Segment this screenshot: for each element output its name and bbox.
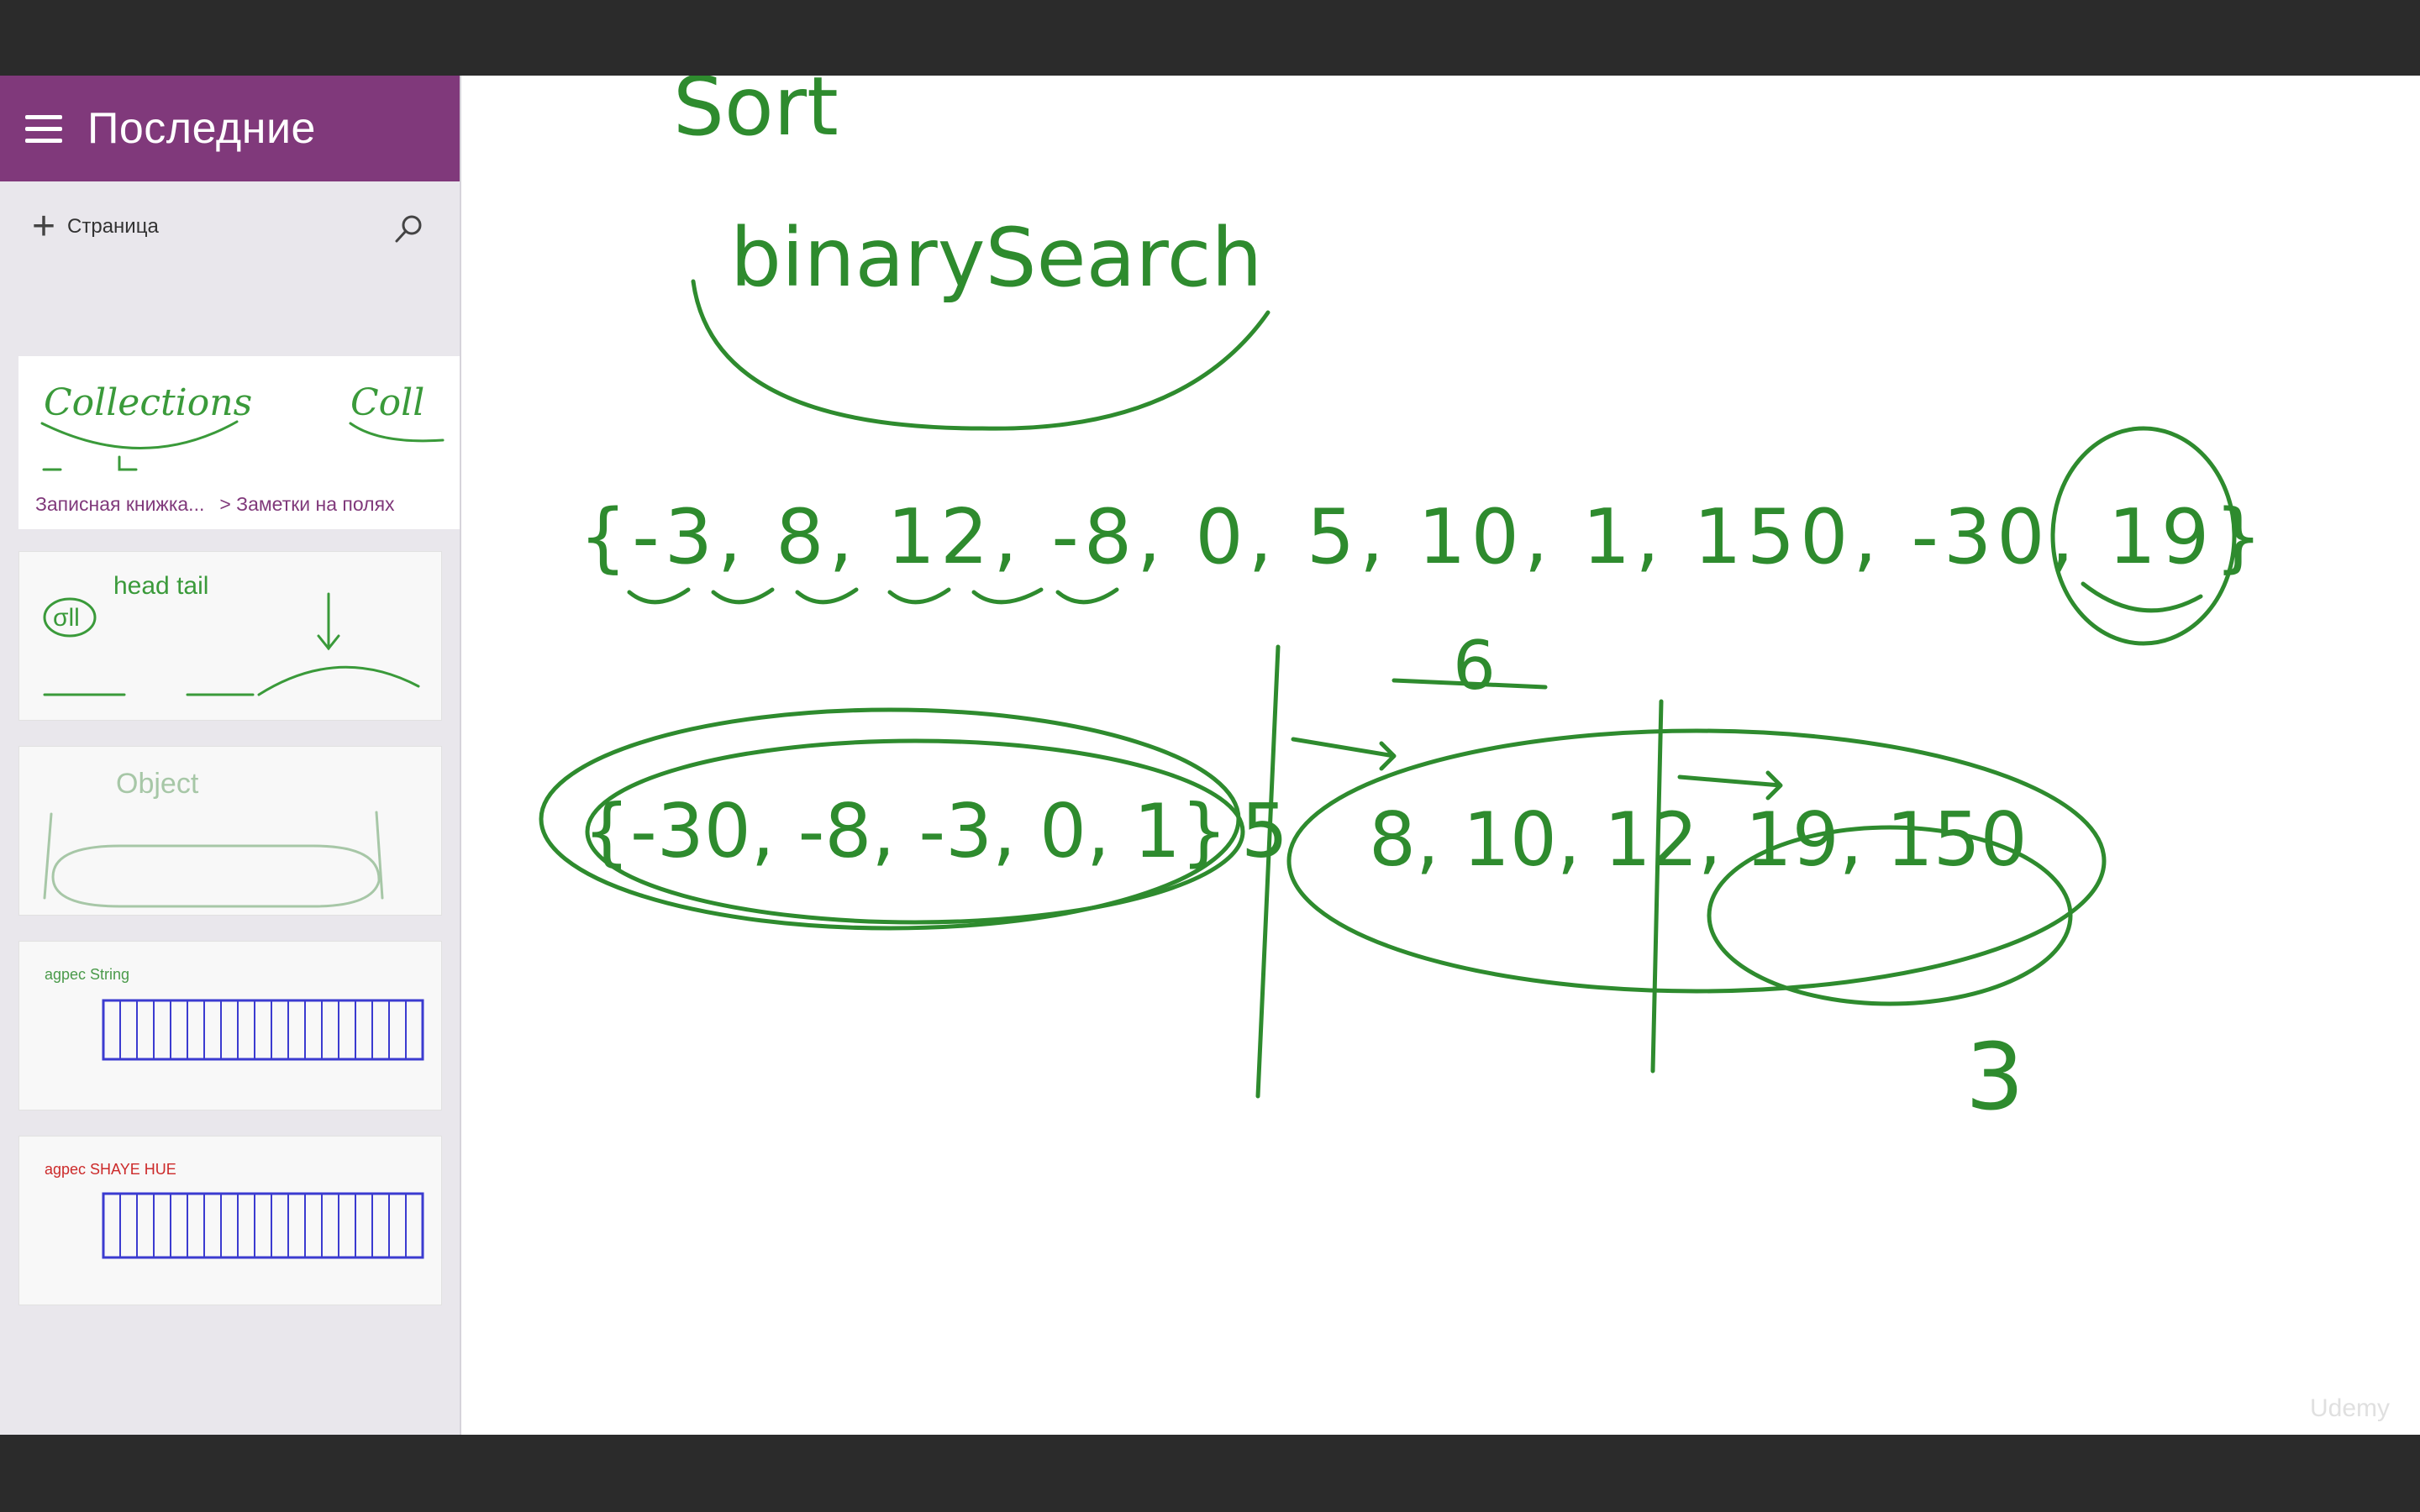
thumbnail-text: head tail [113,572,208,600]
bottom-bar [0,1435,2420,1512]
ink-text-right-group: 8, 10, 12, 19, 150 [1369,796,2028,883]
thumbnail-text: Object [116,768,199,800]
breadcrumb[interactable]: Записная книжка... > Заметки на полях [35,493,410,516]
ink-text-pivot: 5 [1241,788,1288,874]
search-icon[interactable] [392,212,426,245]
onenote-app: Последние + Страница Collections Coll За… [0,76,2420,1435]
ink-text-binarysearch: binarySearch [730,211,1262,305]
page-card-collections[interactable]: Collections Coll Записная книжка... > Зам… [18,356,460,529]
page-thumbnail: agpec SHAYE HUE [45,1161,424,1259]
thumbnail-text: Collections [44,381,252,424]
breadcrumb-notebook[interactable]: Записная книжка... [35,493,204,515]
ink-text-sort: Sort [673,76,839,154]
page-thumbnail: Object [43,768,384,908]
sidebar-header: Последние [0,76,460,181]
svg-text:Coll: Coll [350,381,424,424]
ink-drawing: Sort binarySearch {-3, 8, 12, -8, 0, 5, … [539,76,2268,1131]
udemy-watermark: Udemy [2309,1394,2390,1422]
plus-icon: + [32,204,56,249]
page-thumbnail: σll head tail [43,572,420,696]
ink-text-three: 3 [1965,1023,2024,1131]
thumbnail-text: agpec String [45,966,129,983]
thumbnail-text: agpec SHAYE HUE [45,1161,176,1178]
add-page-button[interactable]: + Страница [32,207,159,247]
add-page-label: Страница [67,215,159,238]
page-card[interactable]: agpec String [18,941,442,1110]
ink-text-left-group: {-30, -8, -3, 0, 1} [583,788,1228,874]
page-thumbnail: agpec String [45,966,424,1061]
page-card[interactable]: Object [18,746,442,916]
note-canvas[interactable]: Sort binarySearch {-3, 8, 12, -8, 0, 5, … [461,76,2420,1435]
top-bar [0,0,2420,76]
page-card[interactable]: agpec SHAYE HUE [18,1136,442,1305]
page-card[interactable]: σll head tail [18,551,442,721]
svg-text:σll: σll [53,604,80,632]
hamburger-menu-icon[interactable] [25,113,62,144]
sidebar: Последние + Страница Collections Coll За… [0,76,461,1435]
breadcrumb-section[interactable]: > Заметки на полях [219,493,394,515]
ink-text-array: {-3, 8, 12, -8, 0, 5, 10, 1, 150, -30, 1… [579,493,2268,581]
ink-text-six: 6 [1453,627,1496,705]
sidebar-toolbar: + Страница [0,181,460,272]
sidebar-title: Последние [87,104,316,153]
